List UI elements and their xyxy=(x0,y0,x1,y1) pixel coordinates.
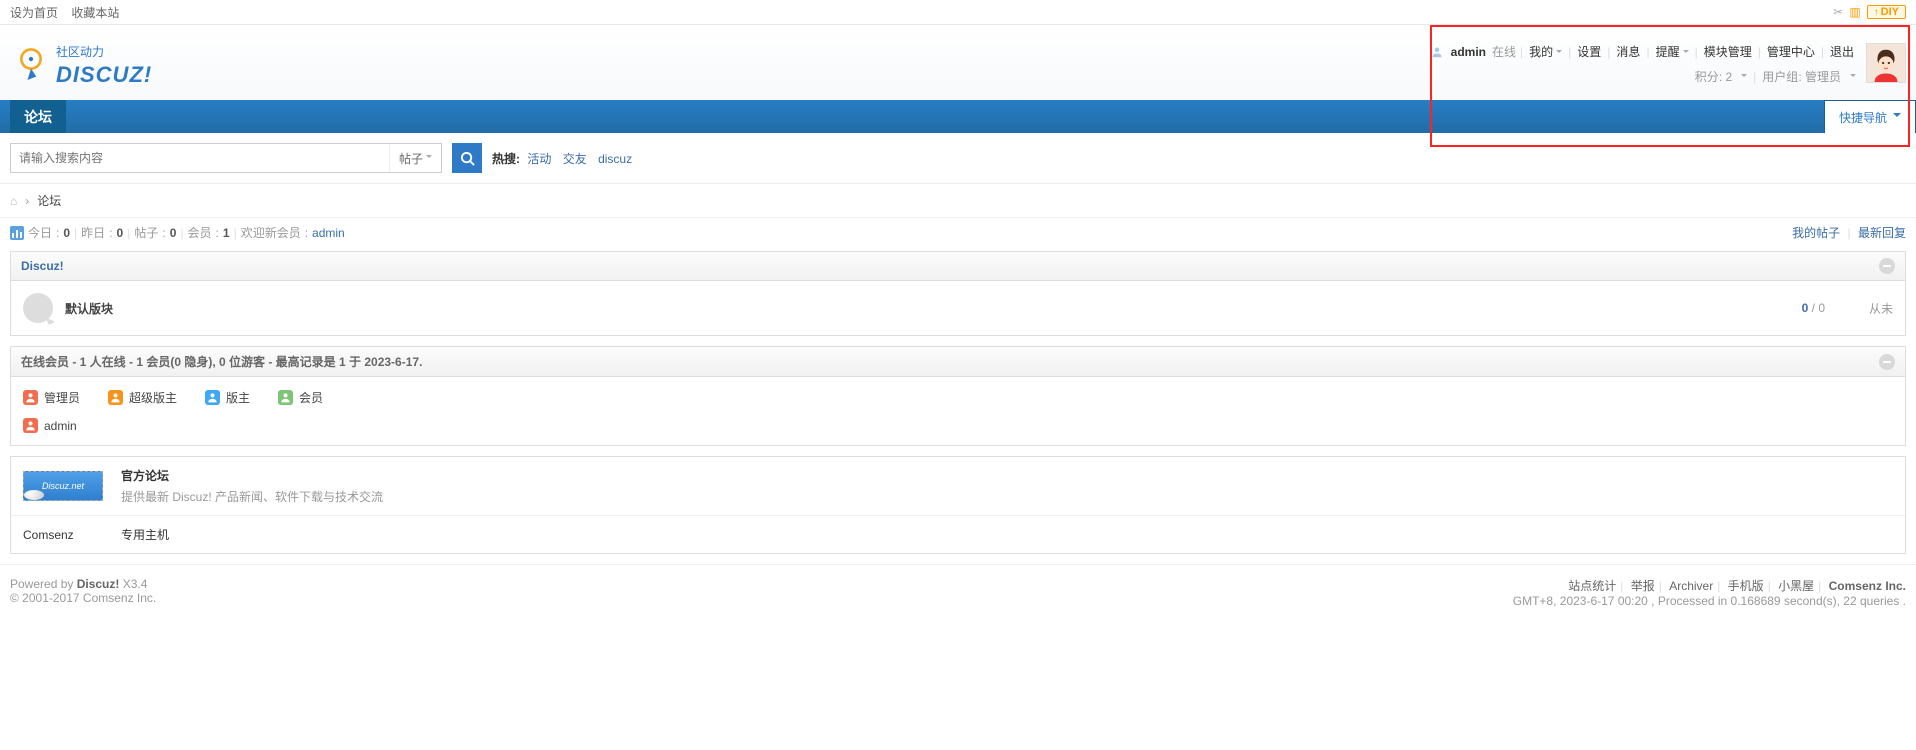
my-menu[interactable]: 我的 xyxy=(1527,43,1564,60)
latest-reply-link[interactable]: 最新回复 xyxy=(1858,226,1906,240)
home-icon[interactable]: ⌂ xyxy=(10,194,17,208)
archiver-link[interactable]: Archiver xyxy=(1669,579,1713,593)
person-icon xyxy=(207,392,218,403)
online-user[interactable]: admin xyxy=(23,418,1893,433)
category-board: Discuz! 默认版块 0 / 0 从未 xyxy=(10,251,1906,336)
logo-icon xyxy=(10,45,52,87)
official-desc: 提供最新 Discuz! 产品新闻、软件下载与技术交流 xyxy=(121,488,383,505)
hot-link-3[interactable]: discuz xyxy=(598,152,632,166)
settings-link[interactable]: 设置 xyxy=(1575,43,1603,60)
person-icon xyxy=(110,392,121,403)
site-stats-link[interactable]: 站点统计 xyxy=(1568,579,1616,593)
module-mgmt-link[interactable]: 模块管理 xyxy=(1702,43,1754,60)
breadcrumb: ⌂ › 论坛 xyxy=(0,184,1916,218)
avatar-icon xyxy=(1867,44,1905,82)
logo[interactable]: 社区动力 DISCUZ! xyxy=(10,43,152,88)
search-box: 帖子 xyxy=(10,143,442,173)
hot-search: 热搜: 活动 交友 discuz xyxy=(492,150,640,167)
online-legend: 管理员 超级版主 版主 会员 xyxy=(11,377,1905,418)
company-link[interactable]: Comsenz Inc. xyxy=(1829,579,1906,593)
legend-mod: 版主 xyxy=(205,389,250,406)
topbar: 设为首页 收藏本站 ✂ ▥ DIY xyxy=(0,0,1916,25)
my-posts-link[interactable]: 我的帖子 xyxy=(1792,226,1840,240)
nav-forum[interactable]: 论坛 xyxy=(10,100,66,133)
links-board: Discuz.net 官方论坛 提供最新 Discuz! 产品新闻、软件下载与技… xyxy=(10,456,1906,554)
mobile-link[interactable]: 手机版 xyxy=(1728,579,1764,593)
person-icon xyxy=(280,392,291,403)
category-header: Discuz! xyxy=(11,251,1905,281)
nav-bar: 论坛 快捷导航 xyxy=(0,100,1916,133)
user-status: 在线 xyxy=(1492,43,1516,60)
dark-room-link[interactable]: 小黑屋 xyxy=(1778,579,1814,593)
legend-admin: 管理员 xyxy=(23,389,80,406)
official-forum-link[interactable]: 官方论坛 xyxy=(121,469,169,483)
points-dropdown[interactable] xyxy=(1738,70,1747,84)
online-list: admin xyxy=(11,418,1905,445)
legend-smod: 超级版主 xyxy=(108,389,177,406)
favorite-link[interactable]: 收藏本站 xyxy=(71,6,119,20)
avatar[interactable] xyxy=(1866,43,1906,83)
search-button[interactable] xyxy=(452,143,482,173)
hot-link-1[interactable]: 活动 xyxy=(527,152,551,166)
admin-cp-link[interactable]: 管理中心 xyxy=(1765,43,1817,60)
messages-link[interactable]: 消息 xyxy=(1614,43,1642,60)
copyright: © 2001-2017 Comsenz Inc. xyxy=(10,591,156,605)
logo-en: DISCUZ! xyxy=(56,62,152,87)
host-link[interactable]: 专用主机 xyxy=(121,528,169,542)
report-link[interactable]: 举报 xyxy=(1631,579,1655,593)
forum-stats: 0 / 0 从未 xyxy=(1802,300,1893,317)
search-icon xyxy=(460,151,475,166)
collapse-button[interactable] xyxy=(1879,354,1895,370)
footer: Powered by Discuz! X3.4 © 2001-2017 Coms… xyxy=(0,564,1916,620)
online-header: 在线会员 - 1 人在线 - 1 会员(0 隐身), 0 位游客 - 最高记录是… xyxy=(11,346,1905,377)
chart-icon[interactable] xyxy=(10,226,24,240)
discuz-link[interactable]: Discuz! xyxy=(77,577,120,591)
link-row-official: Discuz.net 官方论坛 提供最新 Discuz! 产品新闻、软件下载与技… xyxy=(11,457,1905,515)
logo-cn: 社区动力 xyxy=(56,43,152,60)
category-name[interactable]: Discuz! xyxy=(21,259,64,273)
collapse-button[interactable] xyxy=(1879,258,1895,274)
header: 社区动力 DISCUZ! admin 在线 | 我的 | 设置 | 消息 | 提… xyxy=(0,25,1916,100)
stats-row: 今日: 0 | 昨日: 0 | 帖子: 0 | 会员: 1 | 欢迎新会员: a… xyxy=(0,218,1916,247)
forum-name-link[interactable]: 默认版块 xyxy=(65,300,1790,317)
crumb-forum[interactable]: 论坛 xyxy=(37,192,61,209)
quick-nav-button[interactable]: 快捷导航 xyxy=(1824,100,1916,133)
official-banner[interactable]: Discuz.net xyxy=(23,471,103,501)
forum-row: 默认版块 0 / 0 从未 xyxy=(11,281,1905,335)
diy-button[interactable]: DIY xyxy=(1867,5,1906,19)
comsenz-link[interactable]: Comsenz xyxy=(23,528,74,542)
search-type-select[interactable]: 帖子 xyxy=(389,144,441,172)
person-icon xyxy=(25,392,36,403)
set-home-link[interactable]: 设为首页 xyxy=(10,6,58,20)
link-row-comsenz: Comsenz 专用主机 xyxy=(11,515,1905,553)
group-dropdown[interactable] xyxy=(1847,70,1856,84)
logout-link[interactable]: 退出 xyxy=(1828,43,1856,60)
user-icon xyxy=(1431,46,1443,58)
online-board: 在线会员 - 1 人在线 - 1 会员(0 隐身), 0 位游客 - 最高记录是… xyxy=(10,346,1906,446)
welcome-user-link[interactable]: admin xyxy=(312,226,345,240)
user-panel: admin 在线 | 我的 | 设置 | 消息 | 提醒 | 模块管理 | 管理… xyxy=(1431,43,1856,85)
search-row: 帖子 热搜: 活动 交友 discuz xyxy=(0,133,1916,184)
forum-icon xyxy=(23,293,53,323)
search-input[interactable] xyxy=(11,144,389,172)
card-icon[interactable]: ▥ xyxy=(1849,5,1860,19)
notify-menu[interactable]: 提醒 xyxy=(1654,43,1691,60)
legend-member: 会员 xyxy=(278,389,323,406)
scissors-icon[interactable]: ✂ xyxy=(1833,5,1843,19)
server-time: GMT+8, 2023-6-17 00:20 , Processed in 0.… xyxy=(1513,594,1906,608)
username-link[interactable]: admin xyxy=(1449,45,1488,59)
hot-link-2[interactable]: 交友 xyxy=(563,152,587,166)
person-icon xyxy=(25,420,36,431)
